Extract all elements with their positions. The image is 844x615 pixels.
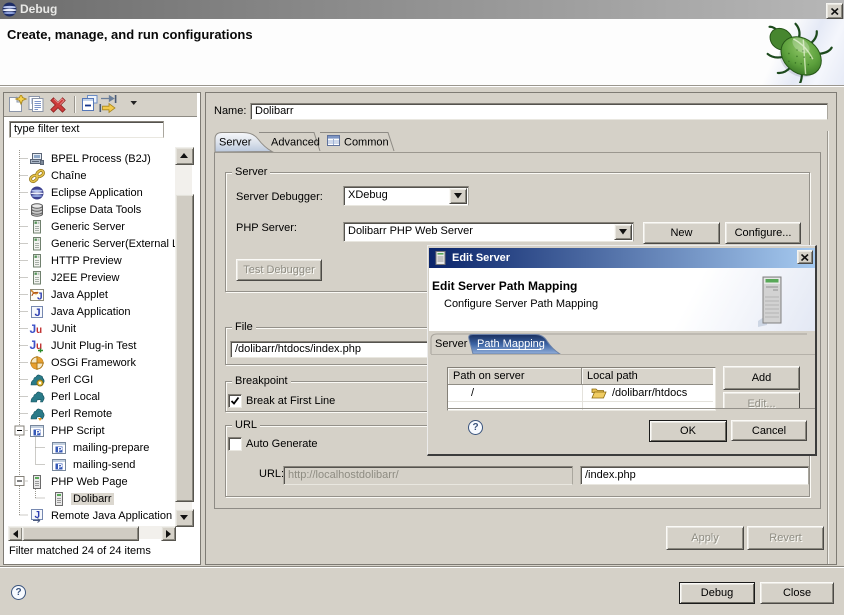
svg-text:Path Mapping: Path Mapping [477, 338, 545, 350]
svg-text:Common: Common [344, 137, 389, 149]
svg-text:Server: Server [219, 137, 252, 149]
svg-text:J: J [35, 307, 41, 319]
svg-text:u: u [36, 325, 42, 336]
svg-text:Server: Server [435, 338, 468, 350]
svg-text:J: J [37, 291, 43, 302]
svg-text:Advanced: Advanced [271, 137, 320, 149]
svg-text:P: P [36, 427, 41, 436]
svg-text:P: P [58, 461, 63, 470]
svg-text:P: P [58, 444, 63, 453]
